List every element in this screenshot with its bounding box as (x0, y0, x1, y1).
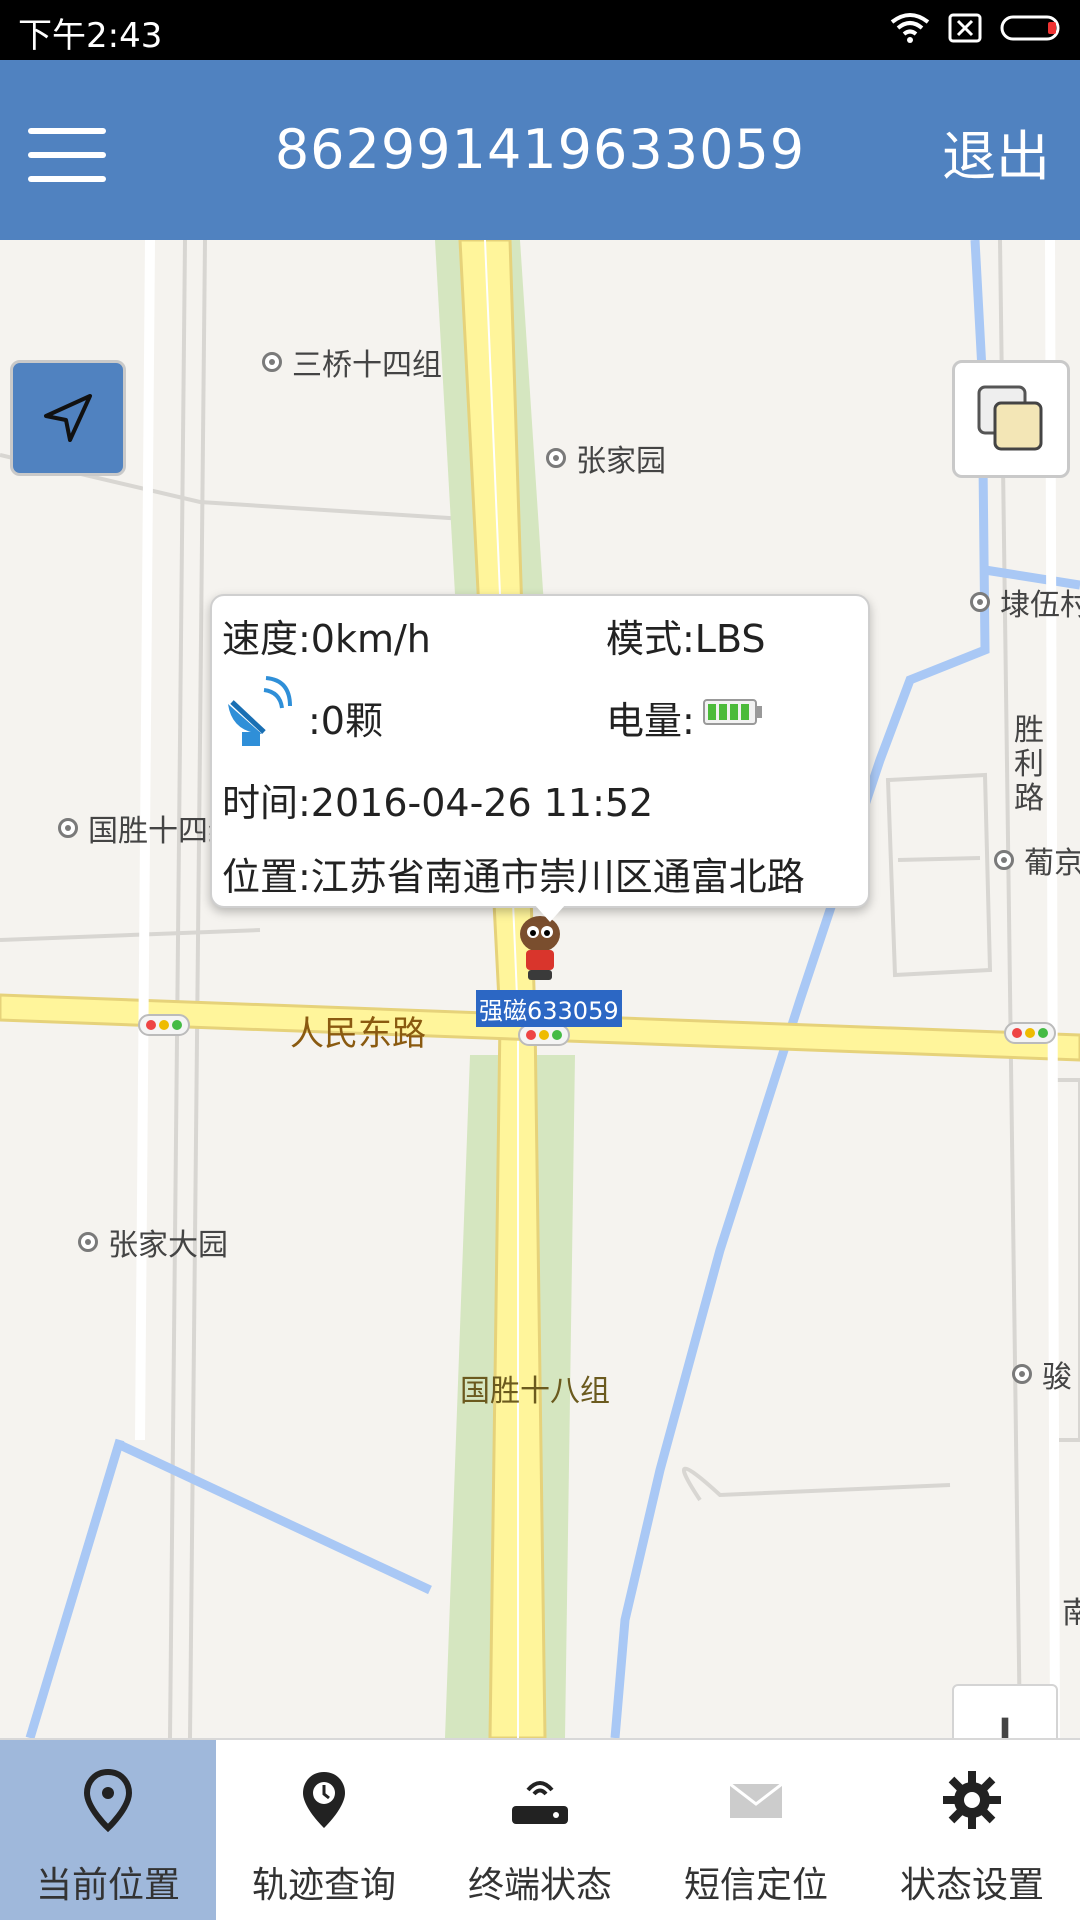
poi-zhangjiayuan[interactable]: 张家园 (546, 436, 666, 480)
status-icons (890, 12, 1064, 44)
tab-terminal-status[interactable]: 终端状态 (432, 1740, 648, 1920)
tab-label: 短信定位 (683, 1865, 828, 1906)
traffic-light-icon (518, 1024, 570, 1046)
device-battery-icon (703, 699, 762, 725)
poi-marker-icon (1012, 1364, 1032, 1384)
map-layers-icon (977, 385, 1043, 451)
map-view[interactable]: 三桥十四组 张家园 埭伍村 国胜十四组 葡京 张家大园 骏 人民东路 国胜十八组… (0, 240, 1080, 1738)
wifi-icon (890, 13, 930, 43)
status-bar: 下午2:43 (0, 0, 1080, 60)
poi-marker-icon (970, 592, 990, 612)
traffic-light-icon (1004, 1022, 1056, 1044)
satellite-count-text: :0颗 (308, 699, 383, 743)
envelope-icon (724, 1768, 788, 1832)
battery-icon (1000, 15, 1060, 41)
map-layers-button[interactable] (952, 360, 1070, 478)
road-label-renmin: 人民东路 (290, 1014, 426, 1054)
poi-daiwucun[interactable]: 埭伍村 (970, 580, 1080, 624)
status-time: 下午2:43 (18, 16, 163, 56)
device-marker-label: 强磁633059 (476, 990, 622, 1027)
terminal-device-icon (508, 1768, 572, 1832)
bottom-tab-bar: 当前位置 轨迹查询 终端状态 短信定位 状态设置 (0, 1738, 1080, 1920)
logout-button[interactable]: 退出 (942, 112, 1050, 191)
speed-text: 速度:0km/h (222, 617, 431, 661)
traffic-light-icon (138, 1014, 190, 1036)
battery-label: 电量: (606, 699, 695, 743)
device-id-title: 862991419633059 (274, 118, 806, 181)
device-info-popup: 速度:0km/h 模式:LBS :0颗 电量: 时间:2016-04-26 11… (210, 594, 870, 922)
poi-marker-icon (546, 448, 566, 468)
tab-label: 终端状态 (467, 1865, 612, 1906)
track-pin-icon (292, 1768, 356, 1832)
poi-pujing[interactable]: 葡京 (994, 838, 1080, 882)
poi-sanqiao[interactable]: 三桥十四组 (262, 340, 442, 384)
road-label-guosheng18: 国胜十八组 (460, 1374, 610, 1409)
poi-marker-icon (262, 352, 282, 372)
location-text: 位置:江苏省南通市崇川区通富北路 (222, 855, 805, 899)
poi-jun[interactable]: 骏 (1012, 1352, 1072, 1396)
poi-marker-icon (78, 1232, 98, 1252)
road-label-nan: 南 (1062, 1596, 1080, 1631)
no-sim-icon (948, 13, 982, 43)
map-base (0, 240, 1080, 1738)
time-text: 时间:2016-04-26 11:52 (222, 781, 654, 825)
app-bar: 862991419633059 退出 (0, 60, 1080, 240)
location-pin-icon (76, 1768, 140, 1832)
tab-status-settings[interactable]: 状态设置 (864, 1740, 1080, 1920)
popup-pointer (534, 904, 566, 922)
tab-track-query[interactable]: 轨迹查询 (216, 1740, 432, 1920)
navigation-arrow-icon (44, 394, 92, 442)
zoom-in-button[interactable]: + (954, 1686, 1056, 1739)
poi-zhangjiadayuan[interactable]: 张家大园 (78, 1220, 228, 1264)
gear-icon (940, 1768, 1004, 1832)
mode-text: 模式:LBS (606, 617, 766, 661)
my-location-button[interactable] (10, 360, 126, 476)
tab-label: 轨迹查询 (251, 1865, 396, 1906)
tab-label: 状态设置 (899, 1865, 1044, 1906)
poi-marker-icon (994, 850, 1014, 870)
tab-sms-location[interactable]: 短信定位 (648, 1740, 864, 1920)
satellite-icon (228, 676, 292, 746)
zoom-control: + − (952, 1684, 1058, 1738)
tab-current-location[interactable]: 当前位置 (0, 1740, 216, 1920)
tab-label: 当前位置 (35, 1865, 180, 1906)
poi-marker-icon (58, 818, 78, 838)
road-label-shengli: 胜利路 (1014, 713, 1044, 816)
device-marker-icon[interactable] (512, 912, 568, 984)
